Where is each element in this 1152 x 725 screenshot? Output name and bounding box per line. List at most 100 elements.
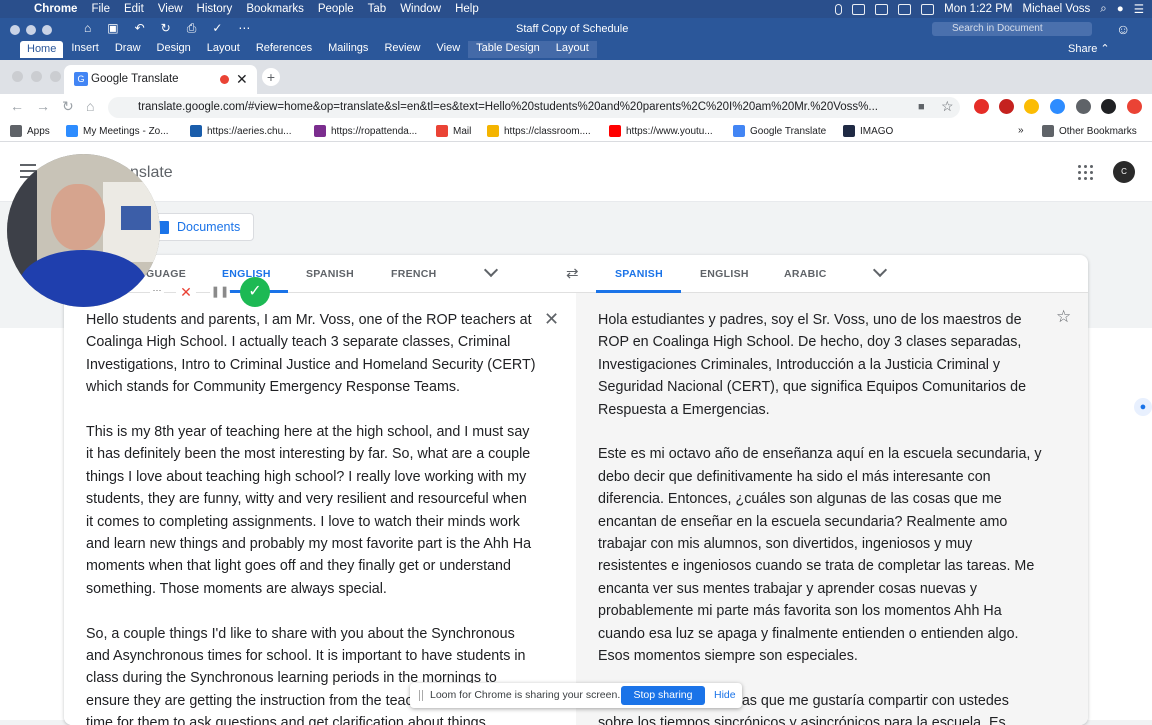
zoom-extension-icon[interactable]	[1050, 99, 1065, 114]
tab-review[interactable]: Review	[376, 41, 428, 58]
hide-button[interactable]: Hide	[714, 689, 736, 701]
target-lang-arabic[interactable]: ARABIC	[784, 268, 827, 280]
tab-table-layout[interactable]: Layout	[547, 41, 597, 58]
tab-home[interactable]: Home	[20, 41, 64, 58]
extensions-puzzle-icon[interactable]	[1076, 99, 1091, 114]
loom-finish-icon[interactable]: ✓	[240, 277, 270, 307]
source-lang-french[interactable]: FRENCH	[391, 268, 437, 280]
swap-languages-icon[interactable]: ⇄	[566, 264, 579, 282]
menu-tab[interactable]: Tab	[368, 3, 387, 15]
tab-layout[interactable]: Layout	[199, 41, 248, 58]
tab-view[interactable]: View	[429, 41, 469, 58]
share-button[interactable]: Share ⌃	[1068, 42, 1110, 55]
save-translation-star-icon[interactable]: ☆	[1056, 307, 1071, 327]
clear-source-icon[interactable]: ✕	[544, 309, 559, 330]
bookmark-mail[interactable]: Mail	[436, 125, 471, 137]
tab-mailings[interactable]: Mailings	[320, 41, 376, 58]
spotlight-icon[interactable]: ⌕	[1100, 3, 1106, 16]
camera-icon[interactable]: ■	[918, 101, 925, 113]
documents-button[interactable]: Documents	[148, 213, 254, 241]
bookmark-aeries[interactable]: https://aeries.chu...	[190, 125, 292, 137]
feedback-icon[interactable]: ☺	[1116, 21, 1130, 37]
close-window-icon[interactable]	[12, 71, 23, 82]
close-status-icon[interactable]	[875, 3, 889, 15]
menu-window[interactable]: Window	[400, 3, 441, 15]
print-icon[interactable]: ⎙	[187, 21, 197, 36]
menu-bookmarks[interactable]: Bookmarks	[246, 3, 304, 15]
bookmark-star-icon[interactable]: ☆	[941, 98, 954, 115]
target-more-languages-icon[interactable]	[872, 262, 888, 278]
zoom-window-icon[interactable]	[50, 71, 61, 82]
minimize-window-icon[interactable]	[31, 71, 42, 82]
menu-chrome[interactable]: Chrome	[34, 3, 77, 15]
extension-mic-icon[interactable]	[1024, 99, 1039, 114]
sheriff-extension-icon[interactable]	[1101, 99, 1116, 114]
tab-design[interactable]: Design	[149, 41, 199, 58]
zoom-window-icon[interactable]	[42, 25, 52, 35]
source-more-languages-icon[interactable]	[483, 262, 499, 278]
home-icon[interactable]: ⌂	[86, 98, 94, 114]
microphone-icon[interactable]	[835, 3, 843, 15]
bookmark-google-translate[interactable]: Google Translate	[733, 125, 826, 137]
back-icon[interactable]: ←	[10, 98, 24, 114]
tab-draw[interactable]: Draw	[107, 41, 149, 58]
extension-red-icon[interactable]	[974, 99, 989, 114]
other-bookmarks[interactable]: Other Bookmarks	[1042, 125, 1137, 137]
bookmark-classroom[interactable]: https://classroom....	[487, 125, 591, 137]
menu-edit[interactable]: Edit	[124, 3, 144, 15]
app-status-icon[interactable]	[852, 3, 866, 15]
tab-insert[interactable]: Insert	[63, 41, 107, 58]
menu-view[interactable]: View	[158, 3, 183, 15]
loom-pause-icon[interactable]: ❚❚	[210, 282, 230, 302]
wifi-icon[interactable]	[898, 3, 912, 15]
avatar[interactable]: C	[1113, 161, 1135, 183]
extension-circle-icon[interactable]	[999, 99, 1014, 114]
source-text-input[interactable]: Hello students and parents, I am Mr. Vos…	[86, 309, 536, 725]
spelling-icon[interactable]: ✓	[212, 21, 222, 36]
close-tab-icon[interactable]: ✕	[236, 71, 248, 88]
more-bookmarks-icon[interactable]: »	[1018, 125, 1024, 136]
close-window-icon[interactable]	[10, 25, 20, 35]
stop-sharing-button[interactable]: Stop sharing	[621, 686, 705, 705]
url-input[interactable]: translate.google.com/#view=home&op=trans…	[108, 97, 960, 118]
customize-icon[interactable]: ⋯	[238, 21, 250, 36]
loom-cancel-icon[interactable]: ✕	[176, 282, 196, 302]
new-tab-button[interactable]: +	[262, 68, 280, 86]
tab-table-design[interactable]: Table Design	[468, 41, 548, 58]
save-icon[interactable]: ▣	[107, 21, 118, 36]
loom-more-icon[interactable]: ⋯	[150, 285, 164, 299]
undo-icon[interactable]: ↶	[135, 21, 145, 36]
tab-references[interactable]: References	[248, 41, 320, 58]
minimize-window-icon[interactable]	[26, 25, 36, 35]
bookmark-imago[interactable]: IMAGO	[843, 125, 893, 137]
notification-extension-icon[interactable]	[1127, 99, 1142, 114]
drag-handle-icon[interactable]	[419, 690, 423, 701]
user-name[interactable]: Michael Voss	[1023, 3, 1091, 15]
voice-input-icon[interactable]: ●	[1134, 398, 1152, 416]
webcam-bubble[interactable]	[7, 154, 160, 307]
menu-help[interactable]: Help	[455, 3, 479, 15]
bookmark-youtube[interactable]: https://www.youtu...	[609, 125, 713, 137]
siri-icon[interactable]: ●	[1117, 3, 1124, 15]
word-search-input[interactable]: Search in Document	[932, 22, 1092, 36]
reload-icon[interactable]: ↻	[62, 98, 74, 115]
target-lang-english[interactable]: ENGLISH	[700, 268, 749, 280]
source-lang-spanish[interactable]: SPANISH	[306, 268, 354, 280]
target-lang-spanish[interactable]: SPANISH	[615, 268, 663, 280]
bookmark-rop-attendance[interactable]: https://ropattenda...	[314, 125, 417, 137]
clock[interactable]: Mon 1:22 PM	[944, 3, 1012, 15]
menu-history[interactable]: History	[197, 3, 233, 15]
google-apps-icon[interactable]	[1078, 165, 1094, 181]
notification-center-icon[interactable]: ☰	[1134, 2, 1144, 16]
forward-icon[interactable]: →	[36, 98, 50, 114]
menu-file[interactable]: File	[91, 3, 110, 15]
browser-tab[interactable]: G Google Translate ✕	[64, 65, 257, 94]
apple-icon[interactable]	[10, 2, 24, 16]
bookmark-my-meetings[interactable]: My Meetings - Zo...	[66, 125, 169, 137]
menu-people[interactable]: People	[318, 3, 354, 15]
translate-icon	[733, 125, 745, 137]
home-icon[interactable]: ⌂	[84, 21, 91, 36]
battery-icon[interactable]	[921, 3, 935, 15]
bookmark-apps[interactable]: Apps	[10, 125, 50, 137]
redo-icon[interactable]: ↻	[161, 21, 171, 36]
